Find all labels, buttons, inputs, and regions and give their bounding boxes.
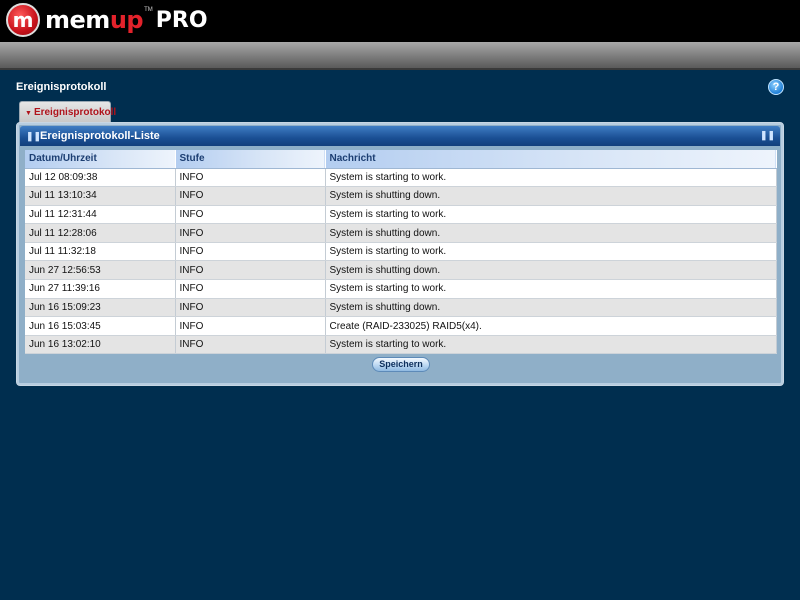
top-header: m memup TM PRO	[0, 0, 800, 42]
cell-datetime: Jul 11 11:32:18	[25, 242, 176, 262]
help-icon[interactable]: ?	[768, 79, 784, 95]
save-button[interactable]: Speichern	[372, 357, 430, 372]
panel-title: Ereignisprotokoll-Liste	[40, 130, 160, 142]
table-row: Jun 16 15:09:23 INFO System is shutting …	[25, 298, 777, 318]
table-header-row: Datum/Uhrzeit Stufe Nachricht	[25, 150, 777, 169]
memup-pro-logo: m memup TM PRO	[6, 3, 208, 37]
tab-ereignisprotokoll[interactable]: ▼ Ereignisprotokoll	[19, 101, 116, 123]
cell-datetime: Jun 27 11:39:16	[25, 279, 176, 299]
panel-header: ❚❚ Ereignisprotokoll-Liste ❚❚	[20, 126, 780, 146]
table-row: Jul 12 08:09:38 INFO System is starting …	[25, 168, 777, 188]
cell-message: System is starting to work.	[325, 168, 777, 188]
cell-datetime: Jul 11 13:10:34	[25, 186, 176, 206]
event-log-panel: ❚❚ Ereignisprotokoll-Liste ❚❚ Datum/Uhrz…	[16, 122, 784, 386]
cell-level: INFO	[175, 242, 326, 262]
cell-message: System is shutting down.	[325, 223, 777, 243]
cell-message: System is starting to work.	[325, 279, 777, 299]
cell-level: INFO	[175, 260, 326, 281]
table-row: Jul 11 12:31:44 INFO System is starting …	[25, 205, 777, 225]
cell-datetime: Jun 27 12:56:53	[25, 260, 176, 281]
cell-datetime: Jun 16 15:09:23	[25, 298, 176, 318]
logo-trademark: TM	[144, 7, 153, 13]
cell-message: System is starting to work.	[325, 205, 777, 225]
cell-level: INFO	[175, 223, 326, 243]
table-row: Jun 27 12:56:53 INFO System is shutting …	[25, 260, 777, 281]
cell-datetime: Jul 12 08:09:38	[25, 168, 176, 188]
logo-wordmark: memup	[45, 6, 144, 34]
column-header-message[interactable]: Nachricht	[325, 150, 777, 169]
triangle-down-icon: ▼	[25, 110, 32, 117]
cell-datetime: Jun 16 15:03:45	[25, 316, 176, 336]
cell-message: System is shutting down.	[325, 298, 777, 318]
cell-datetime: Jul 11 12:28:06	[25, 223, 176, 243]
cell-datetime: Jul 11 12:31:44	[25, 205, 176, 225]
cell-level: INFO	[175, 298, 326, 318]
page-title: Ereignisprotokoll	[16, 81, 107, 93]
cell-message: System is shutting down.	[325, 186, 777, 206]
logo-pro-label: PRO	[155, 7, 208, 33]
table-row: Jun 16 15:03:45 INFO Create (RAID-233025…	[25, 316, 777, 336]
table-row: Jul 11 12:28:06 INFO System is shutting …	[25, 223, 777, 243]
cell-message: System is shutting down.	[325, 260, 777, 281]
cell-message: System is starting to work.	[325, 335, 777, 355]
column-header-level[interactable]: Stufe	[175, 150, 326, 169]
table-row: Jul 11 11:32:18 INFO System is starting …	[25, 242, 777, 262]
expand-handle-icon[interactable]: ❚❚	[760, 130, 775, 141]
cell-level: INFO	[175, 205, 326, 225]
event-log-table: Datum/Uhrzeit Stufe Nachricht Jul 12 08:…	[25, 150, 777, 355]
cell-level: INFO	[175, 168, 326, 188]
cell-level: INFO	[175, 186, 326, 206]
cell-level: INFO	[175, 279, 326, 299]
tab-label: Ereignisprotokoll	[33, 107, 117, 118]
cell-level: INFO	[175, 316, 326, 336]
table-row: Jul 11 13:10:34 INFO System is shutting …	[25, 186, 777, 206]
navigation-bar	[0, 42, 800, 70]
cell-datetime: Jun 16 13:02:10	[25, 335, 176, 355]
table-row: Jun 16 13:02:10 INFO System is starting …	[25, 335, 777, 355]
cell-message: Create (RAID-233025) RAID5(x4).	[325, 316, 777, 336]
column-header-datetime[interactable]: Datum/Uhrzeit	[25, 150, 176, 169]
collapse-handle-icon[interactable]: ❚❚	[26, 131, 41, 141]
table-row: Jun 27 11:39:16 INFO System is starting …	[25, 279, 777, 299]
cell-level: INFO	[175, 335, 326, 355]
cell-message: System is starting to work.	[325, 242, 777, 262]
logo-badge-icon: m	[6, 3, 40, 37]
